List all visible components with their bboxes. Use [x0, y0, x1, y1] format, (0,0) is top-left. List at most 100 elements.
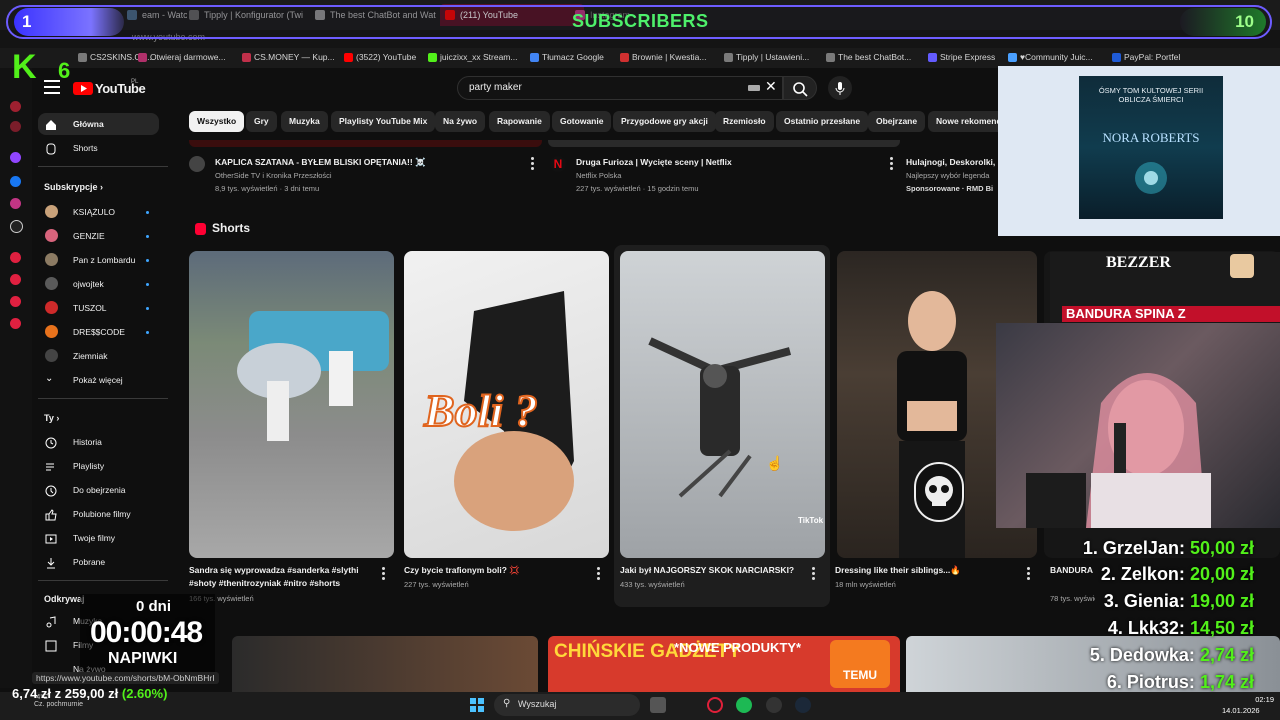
channel-avatar[interactable]: [189, 156, 205, 172]
shorts-logo-icon: [195, 223, 206, 235]
sidebar-item-subscription[interactable]: TUSZOL: [73, 303, 107, 313]
sidebar-item-liked[interactable]: Polubione filmy: [73, 509, 131, 519]
bookmark-item[interactable]: PayPal: Portfel: [1112, 52, 1180, 62]
instagram-icon[interactable]: [10, 198, 21, 209]
sidebar-item-shorts[interactable]: Shorts: [73, 143, 98, 153]
google-translate-icon: [530, 53, 539, 62]
show-more-button[interactable]: Pokaż więcej: [73, 375, 123, 385]
bookmark-item[interactable]: juiczixx_xx Stream...: [428, 52, 517, 62]
sidebar-item-history[interactable]: Historia: [73, 437, 102, 447]
like-icon: [45, 508, 57, 521]
more-options-icon[interactable]: [890, 157, 893, 172]
more-options-icon[interactable]: [382, 567, 385, 582]
bookmark-item[interactable]: CS.MONEY — Kup...: [242, 52, 335, 62]
voice-search-button[interactable]: [828, 76, 852, 100]
short-title[interactable]: Czy bycie trafionym boli? 💢: [404, 565, 589, 576]
short-title[interactable]: Sandra się wyprowadza #sanderka #slythi: [189, 565, 375, 575]
chip-filter[interactable]: Muzyka: [281, 111, 328, 132]
short-thumbnail[interactable]: Boli ?: [404, 251, 609, 558]
stripe-icon: [928, 53, 937, 62]
short-title[interactable]: Jaki był NAJGORSZY SKOK NARCIARSKI?: [620, 565, 805, 575]
bookmark-item[interactable]: Otwieraj darmowe...: [138, 52, 226, 62]
extension-icon[interactable]: [10, 101, 21, 112]
clear-search-icon[interactable]: ✕: [765, 78, 777, 95]
video-title[interactable]: KAPLICA SZATANA - BYŁEM BLISKI OPĘTANIA!…: [215, 157, 515, 168]
bookmark-item[interactable]: (3522) YouTube: [344, 52, 416, 62]
opera-gx-icon[interactable]: [707, 697, 723, 713]
chip-filter[interactable]: Gry: [246, 111, 277, 132]
windows-taskbar: [0, 692, 1280, 720]
clock-icon: [45, 484, 57, 497]
chip-filter[interactable]: Playlisty YouTube Mix: [331, 111, 436, 132]
more-options-icon[interactable]: [812, 567, 815, 582]
twitch-icon[interactable]: [10, 152, 21, 163]
bookmark-item[interactable]: Stripe Express: [928, 52, 995, 62]
chip-filter[interactable]: Rzemiosło: [715, 111, 774, 132]
obs-icon[interactable]: [766, 697, 782, 713]
video-thumbnail[interactable]: [232, 636, 538, 692]
task-view-icon[interactable]: [650, 697, 666, 713]
search-button[interactable]: [783, 76, 817, 100]
bookmark-item[interactable]: Tłumacz Google: [530, 52, 604, 62]
sidebar-item-home[interactable]: Główna: [73, 119, 104, 129]
more-options-icon[interactable]: [1027, 567, 1030, 582]
extension-icon[interactable]: [10, 252, 21, 263]
spotify-icon[interactable]: [736, 697, 752, 713]
chip-filter[interactable]: Obejrzane: [868, 111, 926, 132]
more-options-icon[interactable]: [531, 157, 534, 172]
sidebar-item-subscription[interactable]: GENZIE: [73, 231, 105, 241]
video-title[interactable]: Druga Furioza | Wycięte sceny | Netflix: [576, 157, 876, 167]
sidebar-item-subscription[interactable]: KSIĄŻULO: [73, 207, 115, 217]
steam-icon[interactable]: [795, 697, 811, 713]
clock-time[interactable]: 02:19: [1238, 695, 1274, 704]
chip-filter[interactable]: Wszystko: [189, 111, 245, 132]
sidebar-section-subscriptions[interactable]: Subskrypcje ›: [44, 182, 103, 192]
short-thumbnail[interactable]: TikTok: [620, 251, 825, 558]
sidebar-item-subscription[interactable]: Pan z Lombardu: [73, 255, 135, 265]
short-thumbnail[interactable]: [189, 251, 394, 558]
video-thumbnail[interactable]: [189, 140, 542, 147]
bookmark-item[interactable]: Tipply | Ustawieni...: [724, 52, 809, 62]
chip-filter[interactable]: Na żywo: [435, 111, 486, 132]
film-icon: [45, 639, 57, 652]
messenger-icon[interactable]: [10, 176, 21, 187]
clock-date[interactable]: 14.01.2026: [1222, 706, 1260, 715]
chip-filter[interactable]: Gotowanie: [552, 111, 612, 132]
tiktok-icon[interactable]: [10, 220, 23, 233]
bookmark-item[interactable]: Brownie | Kwestia...: [620, 52, 707, 62]
sidebar-item-subscription[interactable]: ojwojtek: [73, 279, 104, 289]
chip-filter[interactable]: Przygodowe gry akcji: [613, 111, 716, 132]
sidebar-item-subscription[interactable]: DRE$$CODE: [73, 327, 125, 337]
chevron-down-icon: ⌄: [45, 373, 54, 384]
bookmark-item[interactable]: ♥Community Juic...: [1008, 52, 1093, 62]
extension-icon[interactable]: [10, 274, 21, 285]
windows-start-icon[interactable]: [469, 697, 485, 713]
more-options-icon[interactable]: [597, 567, 600, 582]
netflix-logo-icon[interactable]: N: [550, 156, 566, 172]
sidebar-item-playlists[interactable]: Playlisty: [73, 461, 104, 471]
bookmark-item[interactable]: The best ChatBot...: [826, 52, 911, 62]
chip-filter[interactable]: Ostatnio przesłane: [776, 111, 869, 132]
donor-row: 1. GrzelJan: 50,00 zł: [1082, 538, 1254, 558]
short-title-line2[interactable]: #shoty #thenitrozyniak #nitro #shorts: [189, 578, 375, 588]
sidebar-section-you[interactable]: Ty ›: [44, 413, 59, 423]
video-thumbnail[interactable]: [548, 140, 900, 147]
chip-filter[interactable]: Rapowanie: [489, 111, 550, 132]
extension-icon[interactable]: [10, 121, 21, 132]
sidebar-item-downloads[interactable]: Pobrane: [73, 557, 105, 567]
subathon-timer: 00:00:48: [90, 616, 203, 649]
sidebar-item-subscription[interactable]: Ziemniak: [73, 351, 107, 361]
youtube-logo-icon[interactable]: [73, 82, 93, 95]
short-title[interactable]: Dressing like their siblings...🔥: [835, 565, 1020, 576]
sidebar-item-watch-later[interactable]: Do obejrzenia: [73, 485, 125, 495]
video-title[interactable]: Hulajnogi, Deskorolki,: [906, 157, 998, 167]
extension-icon[interactable]: [10, 296, 21, 307]
video-thumbnail[interactable]: CHIŃSKIE GADŻETY *NOWE PRODUKTY* TEMU: [548, 636, 900, 692]
sidebar-item-your-videos[interactable]: Twoje filmy: [73, 533, 115, 543]
video-channel[interactable]: Netflix Polska: [576, 171, 876, 180]
taskbar-search-box[interactable]: [494, 694, 640, 716]
history-icon: [45, 436, 57, 449]
video-channel[interactable]: OtherSide TV i Kronika Przeszłości: [215, 171, 515, 180]
settings-icon[interactable]: [10, 318, 21, 329]
keyboard-icon[interactable]: [748, 85, 760, 91]
